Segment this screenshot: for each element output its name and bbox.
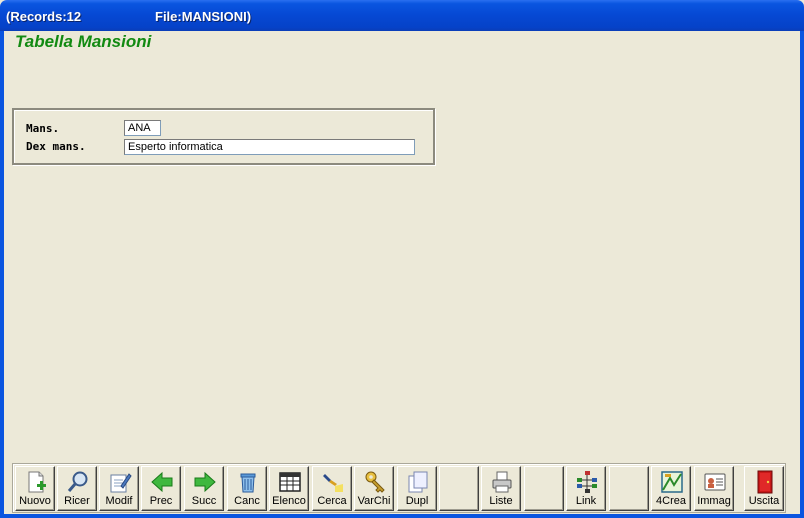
trash-icon bbox=[240, 473, 256, 493]
new-document-icon bbox=[28, 471, 46, 493]
link-button[interactable]: Link bbox=[566, 466, 606, 511]
canc-label: Canc bbox=[234, 495, 260, 507]
4crea-label: 4Crea bbox=[656, 495, 686, 507]
varchi-button[interactable]: VarChi bbox=[354, 466, 394, 511]
window-border-left bbox=[0, 31, 4, 518]
edit-document-icon bbox=[110, 473, 132, 493]
empty-toolbar-button-2[interactable] bbox=[524, 466, 564, 511]
liste-button[interactable]: Liste bbox=[481, 466, 521, 511]
arrow-left-icon bbox=[151, 471, 173, 493]
dupl-label: Dupl bbox=[405, 495, 429, 507]
uscita-label: Uscita bbox=[748, 495, 780, 507]
window-border-bottom bbox=[0, 514, 804, 518]
table-list-icon bbox=[279, 472, 301, 492]
id-card-icon bbox=[704, 473, 726, 491]
nuovo-label: Nuovo bbox=[19, 495, 51, 507]
duplicate-icon bbox=[408, 471, 428, 493]
4crea-button[interactable]: 4Crea bbox=[651, 466, 691, 511]
empty-toolbar-button-1[interactable] bbox=[439, 466, 479, 511]
magnifier-icon bbox=[67, 471, 88, 492]
dupl-button[interactable]: Dupl bbox=[397, 466, 437, 511]
printer-icon bbox=[492, 471, 512, 493]
prec-label: Prec bbox=[149, 495, 173, 507]
keys-icon bbox=[365, 471, 385, 493]
modif-button[interactable]: Modif bbox=[99, 466, 139, 511]
canc-button[interactable]: Canc bbox=[227, 466, 267, 511]
chart-create-icon bbox=[661, 471, 683, 493]
prec-button[interactable]: Prec bbox=[141, 466, 181, 511]
elenco-label: Elenco bbox=[272, 495, 306, 507]
succ-label: Succ bbox=[191, 495, 217, 507]
nuovo-button[interactable]: Nuovo bbox=[15, 466, 55, 511]
tree-link-icon bbox=[577, 471, 597, 493]
elenco-button[interactable]: Elenco bbox=[269, 466, 309, 511]
dex-mans-field[interactable]: Esperto informatica bbox=[124, 139, 415, 155]
ricer-button[interactable]: Ricer bbox=[57, 466, 97, 511]
record-groupbox bbox=[12, 108, 435, 165]
arrow-right-icon bbox=[194, 471, 216, 493]
window-title-bar[interactable]: (Records:12 File:MANSIONI) bbox=[0, 0, 804, 31]
records-count: (Records:12 bbox=[6, 9, 82, 24]
liste-label: Liste bbox=[489, 495, 513, 507]
empty-toolbar-button-3[interactable] bbox=[609, 466, 649, 511]
ricer-label: Ricer bbox=[64, 495, 90, 507]
uscita-button[interactable]: Uscita bbox=[744, 466, 784, 511]
varchi-label: VarChi bbox=[357, 495, 391, 507]
page-title: Tabella Mansioni bbox=[15, 32, 152, 51]
dex-mans-label: Dex mans. bbox=[26, 140, 86, 153]
immag-label: Immag bbox=[697, 495, 731, 507]
flashlight-icon bbox=[323, 474, 343, 492]
exit-door-icon bbox=[757, 470, 773, 494]
window-border-right bbox=[800, 31, 804, 518]
mans-label: Mans. bbox=[26, 122, 60, 135]
immag-button[interactable]: Immag bbox=[694, 466, 734, 511]
cerca-label: Cerca bbox=[317, 495, 347, 507]
succ-button[interactable]: Succ bbox=[184, 466, 224, 511]
link-label: Link bbox=[575, 495, 597, 507]
mans-field[interactable]: ANA bbox=[124, 120, 161, 136]
modif-label: Modif bbox=[105, 495, 133, 507]
cerca-button[interactable]: Cerca bbox=[312, 466, 352, 511]
file-name: File:MANSIONI) bbox=[155, 9, 252, 24]
